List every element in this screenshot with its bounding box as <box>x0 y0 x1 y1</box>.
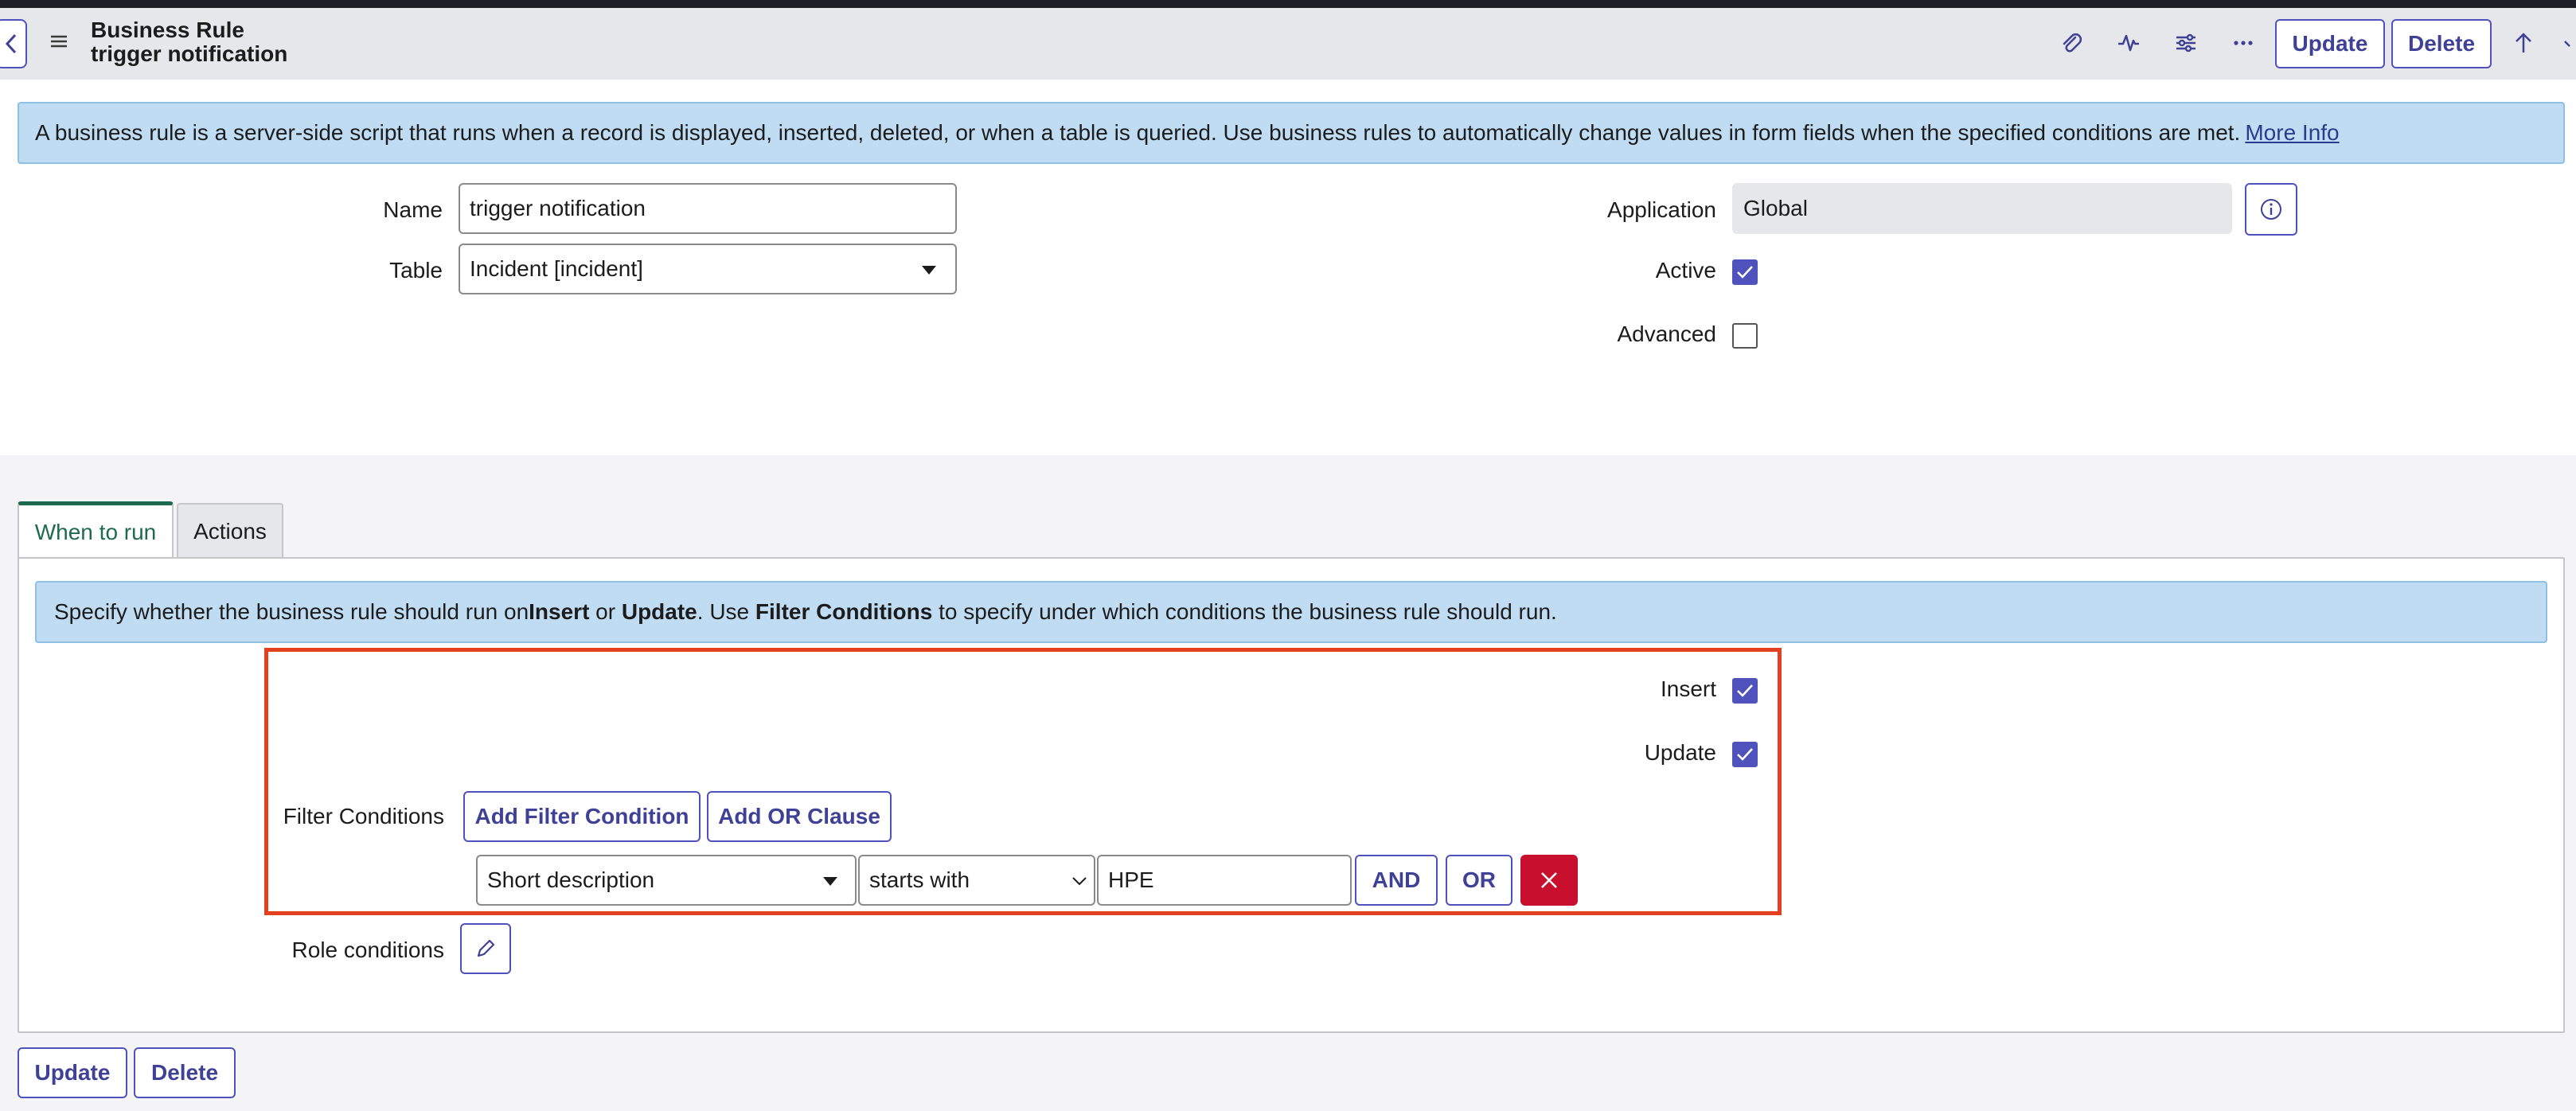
table-label: Table <box>389 258 443 283</box>
footer-update-button[interactable]: Update <box>18 1047 127 1098</box>
record-name: trigger notification <box>91 41 288 66</box>
application-field: Global <box>1732 183 2232 234</box>
info-text-filter-conditions: Filter Conditions <box>755 599 933 624</box>
edit-role-conditions-button[interactable] <box>460 923 511 974</box>
dropdown-caret-icon <box>823 877 837 886</box>
more-options-icon[interactable] <box>2226 25 2261 60</box>
add-filter-condition-button[interactable]: Add Filter Condition <box>463 791 701 842</box>
table-select[interactable]: Incident [incident] <box>459 244 957 294</box>
name-label: Name <box>383 197 443 222</box>
name-field[interactable]: trigger notification <box>459 183 957 234</box>
application-label: Application <box>1607 197 1716 222</box>
chevron-down-icon[interactable] <box>2554 25 2576 60</box>
when-to-run-info: Specify whether the business rule should… <box>35 581 2547 643</box>
active-checkbox[interactable] <box>1732 259 1758 285</box>
and-button[interactable]: AND <box>1355 855 1438 906</box>
info-text-part: to specify under which conditions the bu… <box>932 599 1557 624</box>
remove-condition-button[interactable] <box>1520 855 1578 906</box>
info-text-part: Specify whether the business rule should… <box>54 599 529 624</box>
tab-when-to-run[interactable]: When to run <box>18 501 174 559</box>
paperclip-icon[interactable] <box>2054 25 2089 60</box>
header-update-button[interactable]: Update <box>2275 19 2385 68</box>
application-info-button[interactable] <box>2245 183 2297 236</box>
info-text-part: or <box>589 599 622 624</box>
condition-value-input[interactable]: HPE <box>1097 855 1352 906</box>
chevron-down-icon <box>1072 877 1087 886</box>
add-or-clause-button[interactable]: Add OR Clause <box>707 791 892 842</box>
back-button[interactable] <box>0 19 27 68</box>
active-label: Active <box>1655 258 1716 283</box>
info-text-insert: Insert <box>529 599 590 624</box>
pencil-icon <box>477 939 495 957</box>
or-button[interactable]: OR <box>1446 855 1512 906</box>
checkmark-icon <box>1737 748 1753 761</box>
advanced-checkbox[interactable] <box>1732 323 1758 349</box>
hamburger-menu-icon[interactable] <box>49 32 68 51</box>
info-text-update: Update <box>621 599 697 624</box>
arrow-up-icon[interactable] <box>2506 25 2541 60</box>
info-text: A business rule is a server-side script … <box>35 120 2241 145</box>
header-delete-button[interactable]: Delete <box>2391 19 2492 68</box>
footer-delete-button[interactable]: Delete <box>134 1047 236 1098</box>
close-icon <box>1541 872 1557 888</box>
info-message: A business rule is a server-side script … <box>18 102 2565 164</box>
more-info-link[interactable]: More Info <box>2245 120 2339 146</box>
tab-actions[interactable]: Actions <box>177 503 283 559</box>
condition-operator-value: starts with <box>869 867 970 892</box>
role-conditions-label: Role conditions <box>291 938 444 962</box>
advanced-label: Advanced <box>1617 322 1716 346</box>
condition-field-value: Short description <box>487 867 655 892</box>
update-label: Update <box>1644 740 1716 765</box>
chevron-left-icon <box>5 33 17 54</box>
table-value: Incident [incident] <box>470 256 643 281</box>
condition-field-select[interactable]: Short description <box>476 855 857 906</box>
top-strip <box>0 0 2576 8</box>
info-text-part: . Use <box>697 599 755 624</box>
page-title: Business Rule <box>91 18 244 42</box>
condition-operator-select[interactable]: starts with <box>858 855 1095 906</box>
info-circle-icon <box>2261 199 2281 220</box>
filter-conditions-label: Filter Conditions <box>283 804 444 828</box>
update-checkbox[interactable] <box>1732 742 1758 767</box>
checkmark-icon <box>1737 684 1753 697</box>
insert-label: Insert <box>1660 676 1716 701</box>
dropdown-caret-icon <box>922 266 936 275</box>
settings-sliders-icon[interactable] <box>2168 25 2203 60</box>
insert-checkbox[interactable] <box>1732 678 1758 704</box>
activity-icon[interactable] <box>2111 25 2146 60</box>
checkmark-icon <box>1737 266 1753 279</box>
